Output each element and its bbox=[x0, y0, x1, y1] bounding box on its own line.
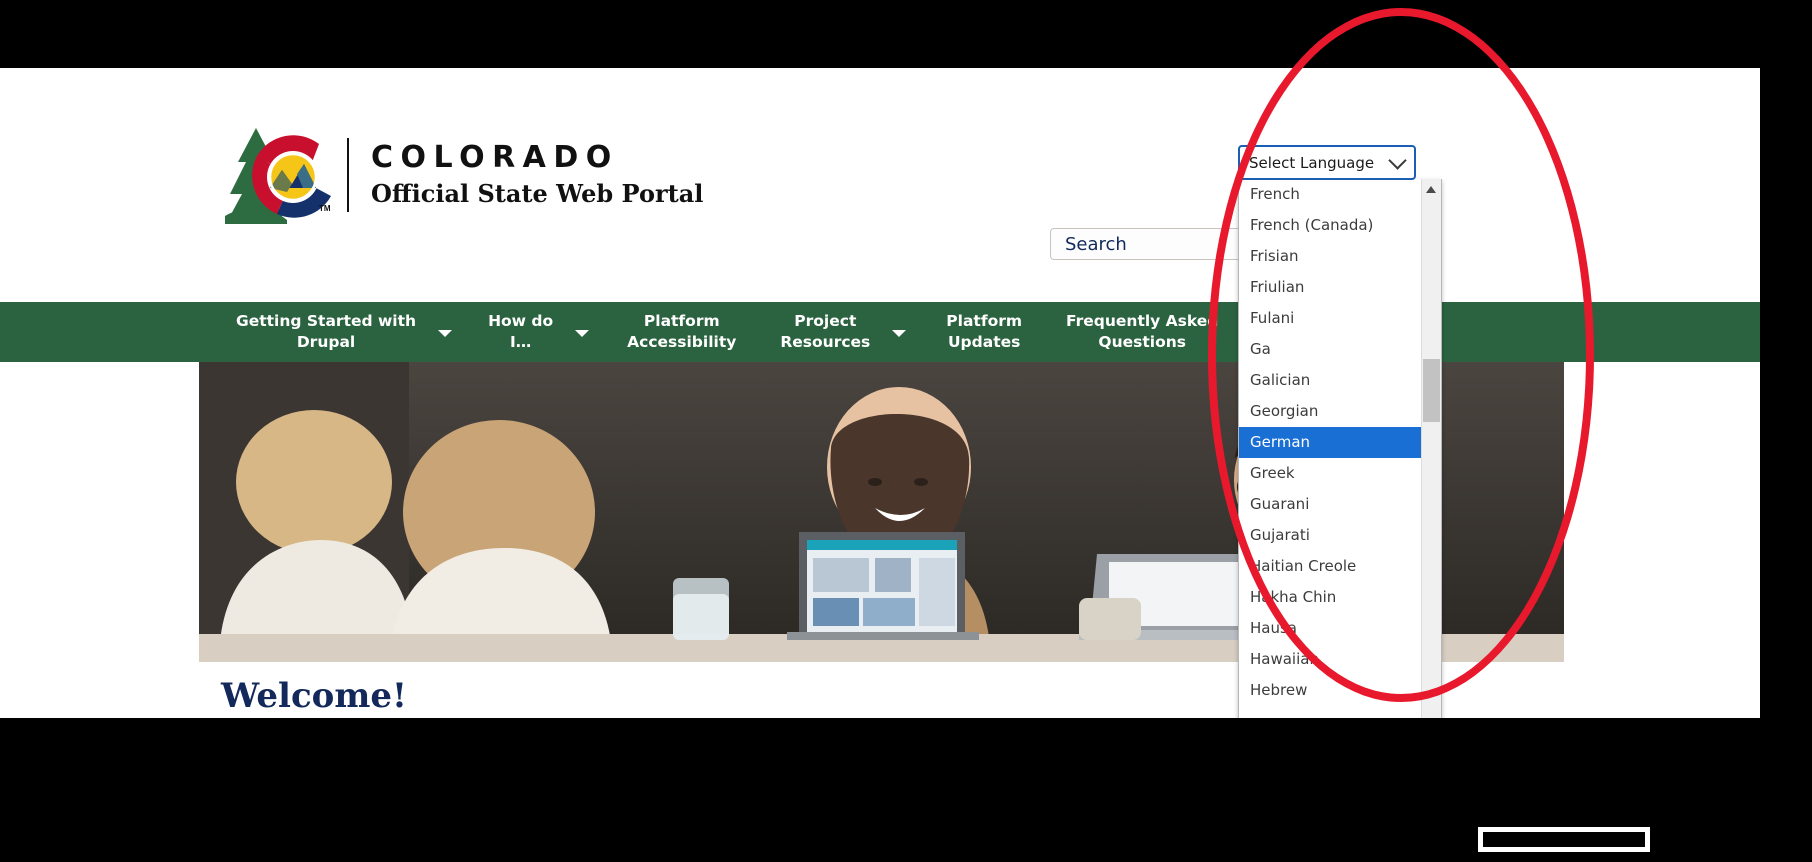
nav-item-platform-accessibility[interactable]: Platform Accessibility bbox=[627, 311, 736, 353]
language-option[interactable]: Guarani bbox=[1239, 489, 1422, 520]
nav-item-how-do-i[interactable]: How do I… bbox=[488, 311, 590, 353]
language-option[interactable]: German bbox=[1239, 427, 1422, 458]
language-select-dropdown[interactable]: French French (Canada) Frisian Friulian Fula… bbox=[1238, 179, 1442, 718]
language-option[interactable]: French (Canada) bbox=[1239, 210, 1422, 241]
nav-item-label: Platform Updates bbox=[946, 312, 1023, 351]
logo-subtitle: Official State Web Portal bbox=[371, 179, 704, 209]
scroll-up-arrow-icon[interactable] bbox=[1426, 186, 1436, 193]
logo-title: COLORADO bbox=[371, 139, 619, 175]
language-option[interactable]: French bbox=[1239, 179, 1422, 210]
nav-item-platform-updates[interactable]: Platform Updates bbox=[946, 311, 1022, 353]
nav-item-project-resources[interactable]: Project Resources bbox=[780, 311, 907, 353]
chevron-down-icon[interactable] bbox=[892, 329, 907, 337]
chevron-down-icon[interactable] bbox=[438, 329, 453, 337]
nav-item-label: Getting Started with Drupal bbox=[236, 312, 417, 351]
language-option[interactable]: Ga bbox=[1239, 334, 1422, 365]
main-navigation: Getting Started with Drupal How do I… Pl… bbox=[0, 302, 1760, 362]
colorado-logo-icon: TM bbox=[225, 126, 333, 224]
language-select-value: Select Language bbox=[1249, 153, 1375, 172]
language-option[interactable]: Hebrew bbox=[1239, 675, 1422, 706]
trademark-mark: TM bbox=[319, 204, 331, 213]
site-logo-link[interactable]: TM COLORADO Official State Web Portal bbox=[225, 126, 703, 224]
nav-item-label: How do I… bbox=[488, 312, 554, 351]
language-option[interactable]: Friulian bbox=[1239, 272, 1422, 303]
language-option[interactable]: Galician bbox=[1239, 365, 1422, 396]
language-option[interactable]: Frisian bbox=[1239, 241, 1422, 272]
language-option[interactable]: Hawaiian bbox=[1239, 644, 1422, 675]
logo-divider bbox=[347, 138, 349, 212]
chevron-down-icon[interactable] bbox=[575, 329, 590, 337]
chevron-down-icon[interactable] bbox=[1388, 150, 1407, 170]
language-select-button[interactable]: Select Language bbox=[1238, 145, 1416, 180]
nav-item-faq[interactable]: Frequently Asked Questions bbox=[1066, 311, 1218, 353]
site-header: TM COLORADO Official State Web Portal Se… bbox=[0, 68, 1760, 266]
nav-item-label: Frequently Asked Questions bbox=[1066, 312, 1219, 351]
browser-viewport: TM COLORADO Official State Web Portal Se… bbox=[0, 68, 1760, 718]
language-option[interactable]: Greek bbox=[1239, 458, 1422, 489]
language-option[interactable]: Georgian bbox=[1239, 396, 1422, 427]
page-title: Welcome! bbox=[221, 676, 407, 716]
language-option-list[interactable]: French French (Canada) Frisian Friulian Fula… bbox=[1239, 179, 1422, 706]
nav-item-label: Platform Accessibility bbox=[627, 312, 737, 351]
language-option[interactable]: Hausa bbox=[1239, 613, 1422, 644]
language-option[interactable]: Haitian Creole bbox=[1239, 551, 1422, 582]
language-option[interactable]: Fulani bbox=[1239, 303, 1422, 334]
scrollbar-thumb[interactable] bbox=[1423, 359, 1440, 422]
dropdown-scrollbar[interactable] bbox=[1421, 179, 1441, 718]
search-label: Search bbox=[1065, 233, 1127, 255]
nav-item-label: Project Resources bbox=[780, 312, 871, 351]
language-option[interactable]: Hakha Chin bbox=[1239, 582, 1422, 613]
nav-item-getting-started[interactable]: Getting Started with Drupal bbox=[236, 311, 453, 353]
annotation-rectangle bbox=[1478, 827, 1650, 852]
language-option[interactable]: Gujarati bbox=[1239, 520, 1422, 551]
